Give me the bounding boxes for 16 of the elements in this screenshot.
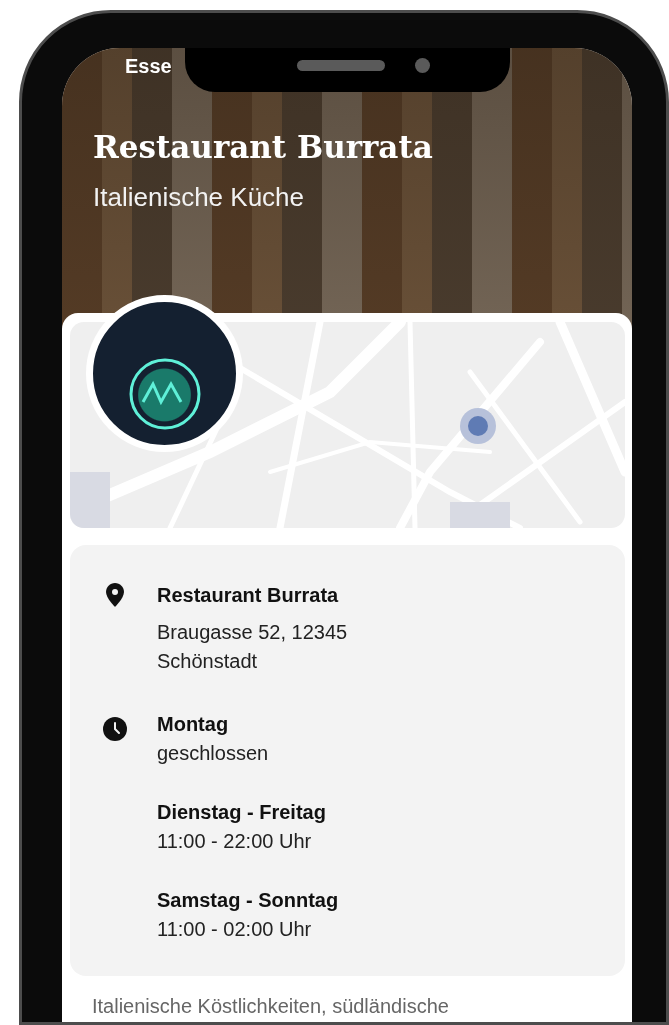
info-text: Schönstadt	[157, 649, 258, 674]
status-bar-text: Esse	[125, 54, 172, 79]
info-heading: Samstag - Sonntag	[157, 888, 339, 913]
info-text: 11:00 - 02:00 Uhr	[157, 917, 312, 942]
restaurant-title: Restaurant Burrata	[93, 128, 433, 167]
info-text: 11:00 - 22:00 Uhr	[157, 829, 312, 854]
info-heading: Dienstag - Freitag	[157, 800, 326, 825]
info-text: Braugasse 52, 12345	[157, 620, 348, 645]
info-heading: Restaurant Burrata	[157, 583, 339, 608]
info-heading: Montag	[157, 712, 229, 737]
camera-dot	[415, 58, 430, 73]
cuisine-subtitle: Italienische Küche	[93, 181, 305, 213]
description-text: Italienische Köstlichkeiten, südländische	[92, 994, 450, 1018]
info-text: geschlossen	[157, 741, 269, 766]
clock-icon	[103, 717, 127, 741]
location-pin-icon	[106, 583, 124, 607]
